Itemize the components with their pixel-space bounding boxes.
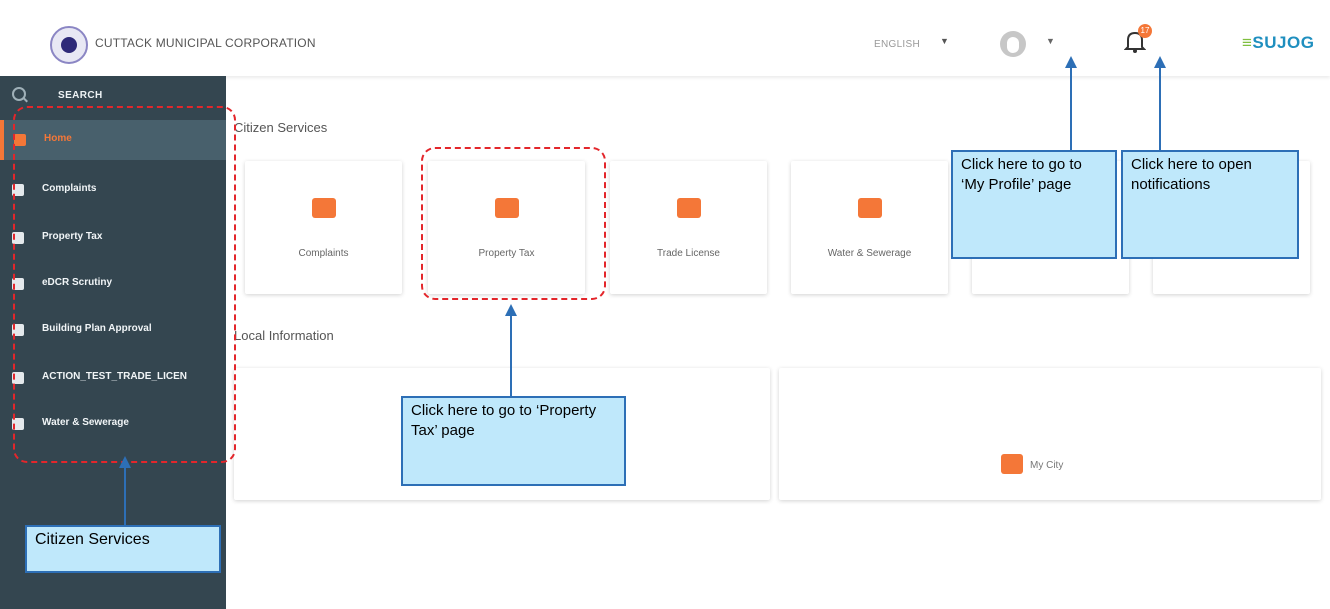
language-selector[interactable]: ENGLISH [874, 39, 920, 50]
arrow-head [1065, 56, 1077, 68]
chevron-down-icon[interactable]: ▼ [1046, 36, 1055, 46]
top-header: CUTTACK MUNICIPAL CORPORATION ENGLISH ▼ … [0, 0, 1330, 76]
water-tap-icon [857, 198, 882, 218]
arrow-line [510, 314, 512, 398]
city-icon [1001, 454, 1023, 474]
org-name: CUTTACK MUNICIPAL CORPORATION [95, 36, 316, 50]
arrow-head [505, 304, 517, 316]
arrow-head [1154, 56, 1166, 68]
card-label: Complaints [298, 248, 349, 259]
profile-callout: Click here to go to ‘My Profile’ page [951, 150, 1117, 259]
municipal-emblem-logo [50, 26, 88, 64]
local-information-heading: Local Information [234, 328, 334, 343]
service-card-trade-license[interactable]: Trade License [610, 161, 767, 294]
sidebar-highlight-box [13, 106, 236, 463]
service-card-water-sewerage[interactable]: Water & Sewerage [791, 161, 948, 294]
card-label: Water & Sewerage [827, 248, 912, 259]
arrow-head [119, 456, 131, 468]
briefcase-icon [676, 198, 701, 218]
my-city-card[interactable]: My City [779, 368, 1321, 500]
my-city-label: My City [1030, 460, 1064, 471]
property-tax-callout: Click here to go to ‘Property Tax’ page [401, 396, 626, 486]
profile-avatar-icon[interactable] [1000, 31, 1026, 57]
chevron-down-icon[interactable]: ▼ [940, 36, 949, 46]
card-label: Trade License [657, 248, 720, 259]
property-tax-highlight-box [421, 147, 606, 300]
sujog-logo: ≡SUJOG [1242, 33, 1315, 52]
arrow-line [124, 466, 126, 526]
notification-badge[interactable]: 17 [1138, 24, 1152, 38]
complaints-icon [311, 198, 336, 218]
service-card-complaints[interactable]: Complaints [245, 161, 402, 294]
search-label: SEARCH [58, 90, 103, 101]
citizen-services-callout: Citizen Services [25, 525, 221, 573]
search-icon [12, 87, 26, 101]
notifications-callout: Click here to open notifications [1121, 150, 1299, 259]
citizen-services-heading: Citizen Services [234, 120, 328, 135]
